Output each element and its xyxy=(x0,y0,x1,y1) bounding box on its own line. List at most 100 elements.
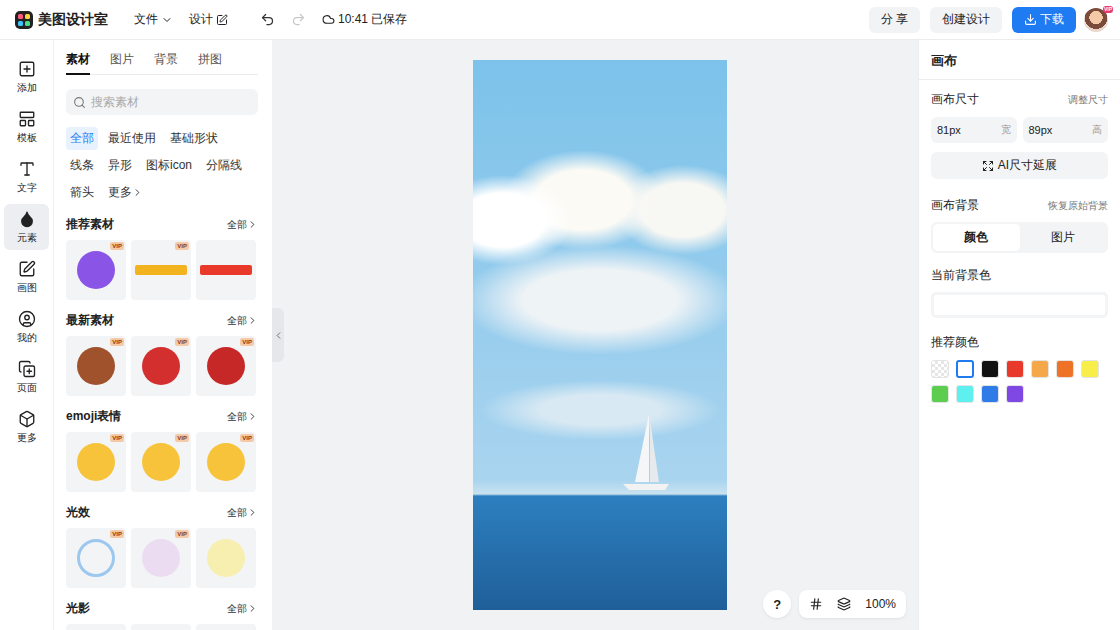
add-icon xyxy=(18,60,36,78)
asset-thumb[interactable] xyxy=(196,528,256,588)
category-chip[interactable]: 最近使用 xyxy=(104,127,160,150)
color-swatch[interactable] xyxy=(931,385,949,403)
view-controls: ? 100% xyxy=(763,590,906,618)
asset-preview xyxy=(77,347,115,385)
rail-item[interactable]: 模板 xyxy=(4,104,49,150)
vip-badge: VIP xyxy=(110,530,124,538)
sailboat-icon xyxy=(621,412,671,492)
panel-tab[interactable]: 素材 xyxy=(66,48,90,75)
size-field[interactable]: 81px宽 xyxy=(931,117,1017,143)
mine-icon xyxy=(18,310,36,328)
asset-thumb[interactable]: VIP xyxy=(131,432,191,492)
grid-icon[interactable] xyxy=(809,597,823,611)
action-button[interactable]: 创建设计 xyxy=(930,7,1002,33)
color-swatch[interactable] xyxy=(1006,360,1024,378)
chevron-down-icon xyxy=(161,14,173,26)
asset-section: emoji表情全部VIPVIPVIP xyxy=(66,408,258,492)
asset-thumb[interactable]: VIP xyxy=(66,240,126,300)
asset-preview xyxy=(142,539,180,577)
mode-option[interactable]: 图片 xyxy=(1020,224,1107,251)
color-swatch[interactable] xyxy=(1081,360,1099,378)
asset-thumb[interactable] xyxy=(66,624,126,630)
layers-icon[interactable] xyxy=(837,597,851,611)
zoom-level[interactable]: 100% xyxy=(865,597,896,611)
asset-thumb[interactable]: VIP xyxy=(131,240,191,300)
color-swatch[interactable] xyxy=(981,360,999,378)
category-chip[interactable]: 线条 xyxy=(66,154,98,177)
search-field[interactable]: 搜索素材 xyxy=(66,89,258,115)
draw-icon xyxy=(18,260,36,278)
see-all-link[interactable]: 全部 xyxy=(227,410,258,424)
collapse-handle[interactable] xyxy=(272,308,284,362)
see-all-link[interactable]: 全部 xyxy=(227,218,258,232)
asset-thumb[interactable] xyxy=(131,624,191,630)
asset-section: 光影全部 xyxy=(66,600,258,630)
rail-item[interactable]: 添加 xyxy=(4,54,49,100)
rail-item[interactable]: 我的 xyxy=(4,304,49,350)
category-chip[interactable]: 异形 xyxy=(104,154,136,177)
canvas-image[interactable] xyxy=(473,60,727,610)
redo-icon[interactable] xyxy=(291,12,306,27)
category-chip[interactable]: 箭头 xyxy=(66,181,98,204)
rail-item[interactable]: 元素 xyxy=(4,204,49,250)
restore-link[interactable]: 恢复原始背景 xyxy=(1048,199,1108,213)
category-chip[interactable]: 分隔线 xyxy=(202,154,246,177)
action-button[interactable]: 分 享 xyxy=(869,7,920,33)
asset-thumb[interactable] xyxy=(196,240,256,300)
background-mode: 颜色图片 xyxy=(931,222,1108,253)
color-swatch[interactable] xyxy=(981,385,999,403)
vip-badge: VIP xyxy=(240,338,254,346)
section-header: 光效全部 xyxy=(66,504,258,521)
color-swatch[interactable] xyxy=(1056,360,1074,378)
color-swatch[interactable] xyxy=(1031,360,1049,378)
chevron-right-icon xyxy=(247,411,258,422)
undo-icon[interactable] xyxy=(260,12,275,27)
panel-tab[interactable]: 拼图 xyxy=(198,48,222,75)
asset-thumb[interactable]: VIP xyxy=(196,336,256,396)
see-all-link[interactable]: 全部 xyxy=(227,314,258,328)
download-icon xyxy=(1024,13,1037,26)
avatar[interactable]: VIP xyxy=(1084,8,1108,32)
asset-thumb[interactable]: VIP xyxy=(66,336,126,396)
category-chip[interactable]: 基础形状 xyxy=(166,127,222,150)
rail-item[interactable]: 页面 xyxy=(4,354,49,400)
see-all-link[interactable]: 全部 xyxy=(227,506,258,520)
help-button[interactable]: ? xyxy=(763,590,791,618)
panel-tab[interactable]: 背景 xyxy=(154,48,178,75)
see-all-link[interactable]: 全部 xyxy=(227,602,258,616)
vip-badge: VIP xyxy=(240,434,254,442)
asset-thumb[interactable]: VIP xyxy=(196,432,256,492)
menu-item[interactable]: 设计 xyxy=(189,11,228,28)
category-chip[interactable]: 更多 xyxy=(104,181,147,204)
inspector-title: 画布 xyxy=(919,40,1120,80)
panel-tab[interactable]: 图片 xyxy=(110,48,134,75)
asset-thumb[interactable]: VIP xyxy=(66,528,126,588)
asset-thumb[interactable]: VIP xyxy=(131,528,191,588)
side-rail: 添加模板文字元素画图我的页面更多 xyxy=(0,40,54,630)
asset-thumb[interactable]: VIP xyxy=(131,336,191,396)
ai-extend-button[interactable]: AI尺寸延展 xyxy=(931,152,1108,179)
color-swatch[interactable] xyxy=(956,360,974,378)
app: 美图设计室文件设计10:41 已保存分 享创建设计下载VIP添加模板文字元素画图… xyxy=(0,0,1120,630)
category-chip[interactable]: 图标icon xyxy=(142,154,196,177)
color-swatch[interactable] xyxy=(931,360,949,378)
rail-item[interactable]: 更多 xyxy=(4,404,49,450)
action-button[interactable]: 下载 xyxy=(1012,7,1076,33)
rail-item[interactable]: 文字 xyxy=(4,154,49,200)
logo[interactable]: 美图设计室 xyxy=(14,10,108,30)
category-chip[interactable]: 全部 xyxy=(66,127,98,150)
element-icon xyxy=(18,210,36,228)
size-field[interactable]: 89px高 xyxy=(1023,117,1109,143)
current-color-field[interactable] xyxy=(931,292,1108,318)
rail-item[interactable]: 画图 xyxy=(4,254,49,300)
color-swatch[interactable] xyxy=(1006,385,1024,403)
panel-tabs: 素材图片背景拼图 xyxy=(66,48,258,75)
color-swatch[interactable] xyxy=(956,385,974,403)
menu-item[interactable]: 文件 xyxy=(134,11,173,28)
asset-thumb[interactable]: VIP xyxy=(66,432,126,492)
asset-thumb[interactable] xyxy=(196,624,256,630)
resize-link[interactable]: 调整尺寸 xyxy=(1068,93,1108,107)
asset-section: 光效全部 VIP VIP xyxy=(66,504,258,588)
vip-badge: VIP xyxy=(110,434,124,442)
mode-option[interactable]: 颜色 xyxy=(933,224,1020,251)
